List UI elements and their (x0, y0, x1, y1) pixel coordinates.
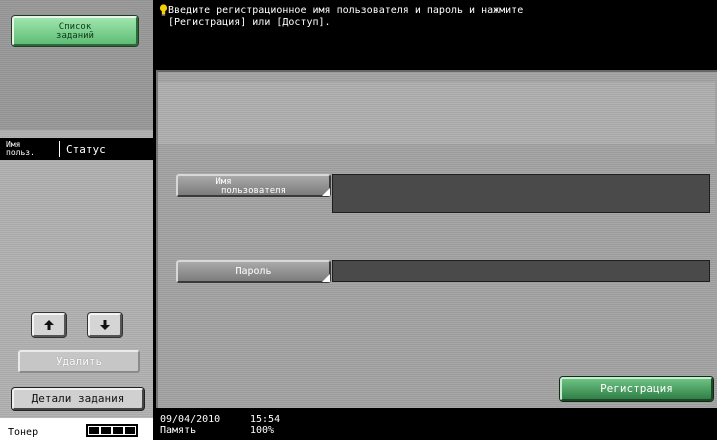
toner-label: Тонер (8, 426, 39, 438)
user-name-column-header: Имя польз. (0, 141, 60, 157)
status-column-header: Статус (66, 142, 106, 156)
delete-button[interactable]: Удалить (18, 350, 140, 373)
job-list-button[interactable]: Список заданий (12, 16, 138, 46)
memory-label: Память (160, 425, 197, 436)
login-panel: Имя пользователя Пароль Регистрация (156, 70, 717, 408)
arrow-down-icon (100, 320, 110, 330)
lightbulb-icon (159, 4, 168, 16)
status-date: 09/04/2010 (160, 414, 221, 425)
status-time: 15:54 (250, 414, 281, 425)
toner-segment (113, 426, 123, 434)
status-bar: 09/04/2010 15:54 Память 100% (156, 408, 717, 440)
username-field-button[interactable]: Имя пользователя (176, 174, 331, 197)
scroll-up-button[interactable] (32, 313, 66, 337)
instruction-line2: [Регистрация] или [Доступ]. (168, 17, 331, 28)
toner-segment (101, 426, 111, 434)
username-input[interactable] (332, 174, 710, 213)
toner-indicator: Тонер (0, 418, 153, 440)
toner-segment (89, 426, 99, 434)
instruction-message: Введите регистрационное имя пользователя… (156, 0, 717, 70)
user-column-line2: польз. (6, 148, 35, 157)
instruction-line1: Введите регистрационное имя пользователя… (168, 5, 524, 16)
scroll-down-button[interactable] (88, 313, 122, 337)
password-field-button[interactable]: Пароль (176, 260, 331, 283)
toner-level-gauge (86, 423, 138, 437)
username-label-line2: пользователя (220, 186, 287, 196)
arrow-up-icon (44, 320, 54, 330)
sidebar: Список заданий Имя польз. Статус Удалить… (0, 0, 153, 440)
job-column-header: Имя польз. Статус (0, 138, 153, 160)
job-list-label-line2: заданий (56, 31, 94, 41)
memory-value: 100% (250, 425, 275, 436)
toner-segment (125, 426, 135, 434)
job-details-button[interactable]: Детали задания (12, 388, 144, 410)
login-info-area (158, 82, 715, 144)
password-input[interactable] (332, 260, 710, 282)
register-button[interactable]: Регистрация (560, 377, 713, 401)
